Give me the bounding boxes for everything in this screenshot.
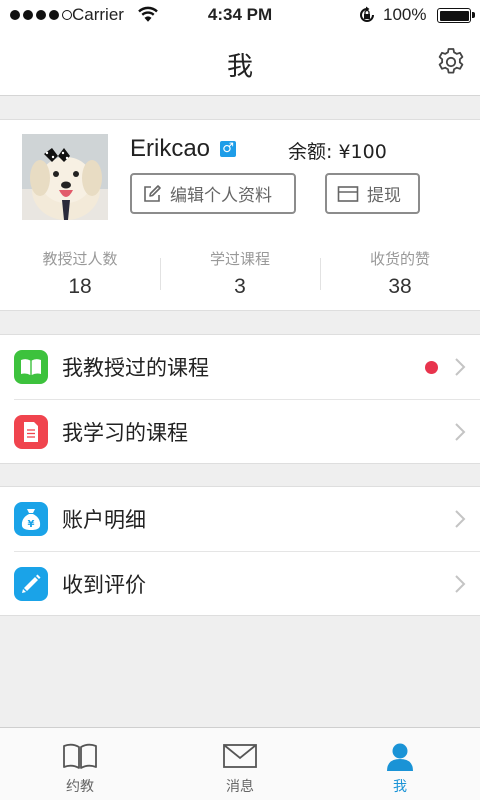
status-bar: Carrier 4:34 PM 100%: [0, 0, 480, 30]
stat-label: 学过课程: [209, 250, 270, 268]
profile-card: Erikcao ♂ 余额: ¥100 编辑个人资料 提现 教授过人数 18 学过…: [0, 119, 480, 311]
book-icon: [63, 743, 97, 769]
menu-item-received-reviews[interactable]: 收到评价: [14, 551, 480, 615]
menu-label: 账户明细: [62, 508, 146, 532]
stat-value: 38: [388, 275, 412, 298]
male-gender-icon: ♂: [220, 141, 237, 157]
stat-students-taught: 教授过人数 18: [0, 248, 160, 300]
menu-label: 收到评价: [62, 572, 146, 597]
account-balance: 余额: ¥100: [288, 141, 387, 163]
stat-value: 3: [234, 275, 246, 298]
courses-menu-group: 我教授过的课程 我学习的课程: [0, 334, 480, 464]
chevron-right-icon: [455, 510, 466, 528]
edit-profile-button[interactable]: 编辑个人资料: [130, 173, 296, 214]
card-icon: [337, 185, 359, 202]
battery-percentage: 100%: [383, 5, 427, 24]
chevron-right-icon: [455, 423, 466, 441]
menu-item-taught-courses[interactable]: 我教授过的课程: [0, 335, 480, 399]
stat-likes-received: 收货的赞 38: [320, 248, 480, 300]
chevron-right-icon: [455, 358, 466, 376]
menu-label: 我教授过的课程: [62, 356, 209, 380]
money-bag-icon: ¥: [14, 502, 48, 536]
envelope-icon: [223, 744, 257, 768]
avatar[interactable]: [22, 134, 108, 220]
username: Erikcao: [130, 135, 211, 162]
withdraw-label: 提现: [367, 186, 401, 206]
chevron-right-icon: [455, 575, 466, 593]
book-icon: [14, 350, 48, 384]
notification-dot: [425, 361, 438, 374]
menu-item-account-details[interactable]: ¥ 账户明细: [0, 487, 480, 551]
withdraw-button[interactable]: 提现: [325, 173, 420, 214]
menu-label: 我学习的课程: [62, 420, 188, 445]
edit-icon: [144, 184, 161, 202]
account-menu-group: ¥ 账户明细 收到评价: [0, 486, 480, 616]
edit-profile-label: 编辑个人资料: [170, 186, 272, 206]
dog-photo-avatar: [22, 134, 108, 220]
stat-label: 收货的赞: [369, 250, 430, 268]
tab-messages[interactable]: 消息: [160, 728, 320, 800]
document-icon: [14, 415, 48, 449]
stat-value: 18: [68, 275, 92, 298]
tab-label: 我: [393, 779, 407, 795]
svg-text:¥: ¥: [28, 519, 35, 530]
pencil-icon: [14, 567, 48, 601]
rotation-lock-icon: [360, 6, 374, 22]
person-icon: [387, 743, 413, 771]
tab-label: 约教: [66, 779, 94, 795]
stat-courses-learned: 学过课程 3: [160, 248, 320, 300]
tab-bar: 约教 消息 我: [0, 727, 480, 800]
stats-row: 教授过人数 18 学过课程 3 收货的赞 38: [0, 248, 480, 300]
tab-me[interactable]: 我: [320, 728, 480, 800]
navigation-bar: 我: [0, 30, 480, 96]
battery-icon: [437, 8, 475, 23]
gear-icon[interactable]: [436, 47, 466, 77]
page-title: 我: [226, 52, 253, 82]
tab-label: 消息: [226, 779, 254, 795]
tab-appointments[interactable]: 约教: [0, 728, 160, 800]
menu-item-learning-courses[interactable]: 我学习的课程: [14, 399, 480, 463]
stat-label: 教授过人数: [42, 250, 118, 268]
